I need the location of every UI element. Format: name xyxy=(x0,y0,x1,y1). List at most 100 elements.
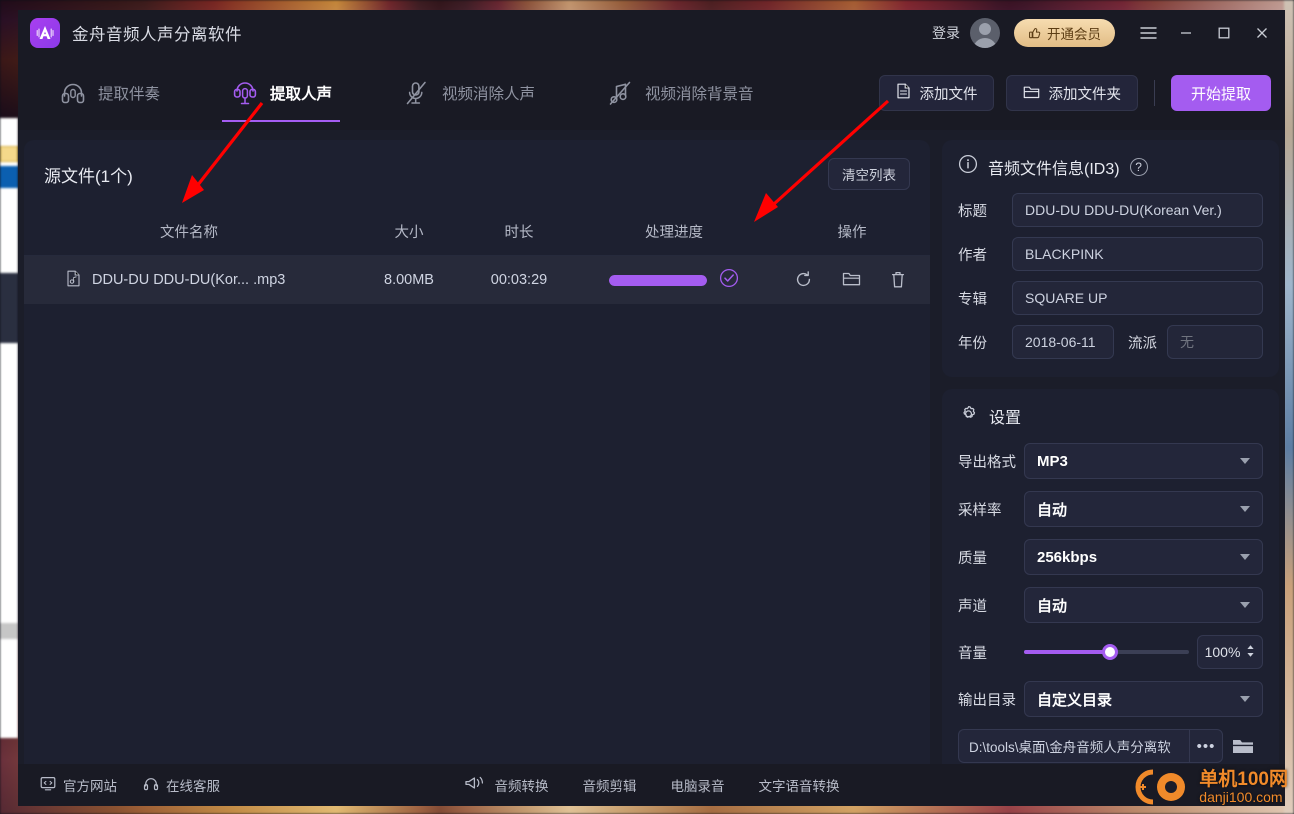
completed-check-icon xyxy=(719,268,739,292)
export-format-row: 导出格式 MP3 xyxy=(958,443,1263,479)
output-path-row: D:\tools\桌面\金舟音频人声分离软 ••• xyxy=(958,729,1263,763)
id3-card-header: 音频文件信息(ID3) ? xyxy=(958,154,1263,179)
quality-row: 质量 256kbps xyxy=(958,539,1263,575)
tab-extract-vocals[interactable]: 提取人声 xyxy=(216,56,346,130)
file-icon xyxy=(896,83,911,103)
stepper-arrows-icon xyxy=(1246,644,1255,661)
source-file-title: 源文件(1个) xyxy=(44,166,133,186)
volume-slider-fill xyxy=(1024,650,1110,654)
right-panel: 音频文件信息(ID3) ? 标题 DDU-DU DDU-DU(Korean Ve… xyxy=(942,140,1279,781)
tab-video-remove-background[interactable]: 视频消除背景音 xyxy=(591,56,768,130)
microphone-muted-icon xyxy=(402,78,432,108)
help-icon[interactable]: ? xyxy=(1129,157,1148,176)
id3-artist-input[interactable]: BLACKPINK xyxy=(1012,237,1263,271)
refresh-icon[interactable] xyxy=(794,270,814,290)
file-panel-header: 源文件(1个) 清空列表 xyxy=(24,140,930,208)
background-right-strip xyxy=(1284,0,1294,814)
export-format-label: 导出格式 xyxy=(958,454,1016,471)
hamburger-menu-icon[interactable] xyxy=(1131,16,1165,50)
open-vip-label: 开通会员 xyxy=(1047,27,1101,42)
quality-label: 质量 xyxy=(958,550,987,567)
clear-list-button[interactable]: 清空列表 xyxy=(828,158,910,190)
main-body: 源文件(1个) 清空列表 文件名称 大小 时长 处理进度 操作 DDU-DU D… xyxy=(18,130,1285,781)
channel-select[interactable]: 自动 xyxy=(1024,587,1263,623)
output-dir-label: 输出目录 xyxy=(958,692,1016,709)
close-icon[interactable] xyxy=(1245,16,1279,50)
status-bar: 官方网站 在线客服 音频转换 音频剪辑 电脑录音 文字语音转换 xyxy=(18,764,1285,806)
export-format-select[interactable]: MP3 xyxy=(1024,443,1263,479)
login-button[interactable]: 登录 xyxy=(932,23,960,43)
avatar[interactable] xyxy=(970,18,1000,48)
add-folder-button[interactable]: 添加文件夹 xyxy=(1006,75,1138,111)
tab-video-remove-vocals-label: 视频消除人声 xyxy=(442,86,536,103)
id3-card-title: 音频文件信息(ID3) xyxy=(988,160,1120,178)
quality-select[interactable]: 256kbps xyxy=(1024,539,1263,575)
id3-album-row: 专辑 SQUARE UP xyxy=(958,281,1263,315)
open-vip-button[interactable]: 开通会员 xyxy=(1014,19,1115,47)
id3-info-card: 音频文件信息(ID3) ? 标题 DDU-DU DDU-DU(Korean Ve… xyxy=(942,140,1279,377)
background-panel xyxy=(0,273,18,343)
add-file-button[interactable]: 添加文件 xyxy=(879,75,995,111)
tab-video-remove-vocals[interactable]: 视频消除人声 xyxy=(388,56,549,130)
app-title: 金舟音频人声分离软件 xyxy=(72,26,242,44)
folder-open-icon[interactable] xyxy=(1223,736,1263,756)
official-website-label: 官方网站 xyxy=(63,779,117,794)
volume-slider-track[interactable] xyxy=(1024,644,1189,660)
info-icon xyxy=(958,154,978,179)
trash-icon[interactable] xyxy=(890,270,910,290)
tab-extract-vocals-label: 提取人声 xyxy=(270,86,333,103)
id3-title-label: 标题 xyxy=(958,203,987,220)
status-link-pc-record[interactable]: 电脑录音 xyxy=(671,775,725,795)
column-header-size: 大小 xyxy=(394,225,424,241)
start-extract-button[interactable]: 开始提取 xyxy=(1170,75,1271,111)
id3-year-input[interactable]: 2018-06-11 xyxy=(1012,325,1114,359)
gear-icon xyxy=(958,403,979,429)
output-dir-value: 自定义目录 xyxy=(1037,691,1113,709)
browse-path-button[interactable]: ••• xyxy=(1189,729,1223,763)
tab-active-underline xyxy=(222,120,341,122)
chevron-down-icon xyxy=(1240,554,1250,560)
audio-file-icon xyxy=(66,270,81,291)
volume-slider[interactable] xyxy=(1024,644,1197,660)
status-link-audio-convert[interactable]: 音频转换 xyxy=(495,775,549,795)
minimize-icon[interactable] xyxy=(1169,16,1203,50)
folder-icon xyxy=(1023,84,1040,103)
file-table-header: 文件名称 大小 时长 处理进度 操作 xyxy=(24,208,930,256)
toolbar: 提取伴奏 提取人声 视频消除人声 视频消除背景音 添加文件 添加文件夹 开始提取 xyxy=(18,56,1285,130)
id3-title-input[interactable]: DDU-DU DDU-DU(Korean Ver.) xyxy=(1012,193,1263,227)
volume-value: 100% xyxy=(1204,644,1241,660)
file-progress-cell xyxy=(574,268,774,292)
background-grey-band xyxy=(0,623,18,639)
column-header-progress: 处理进度 xyxy=(645,225,703,241)
settings-card-header: 设置 xyxy=(958,403,1263,429)
tab-extract-accompaniment-label: 提取伴奏 xyxy=(98,86,161,103)
chevron-down-icon xyxy=(1240,458,1250,464)
volume-slider-knob[interactable] xyxy=(1101,644,1118,660)
channel-row: 声道 自动 xyxy=(958,587,1263,623)
output-path-input[interactable]: D:\tools\桌面\金舟音频人声分离软 xyxy=(958,729,1189,763)
music-note-muted-icon xyxy=(605,78,635,108)
id3-artist-row: 作者 BLACKPINK xyxy=(958,237,1263,271)
folder-icon[interactable] xyxy=(842,270,862,290)
id3-genre-input[interactable]: 无 xyxy=(1167,325,1263,359)
output-dir-select[interactable]: 自定义目录 xyxy=(1024,681,1263,717)
table-row[interactable]: DDU-DU DDU-DU(Kor... .mp3 8.00MB 00:03:2… xyxy=(24,256,930,304)
status-link-audio-edit[interactable]: 音频剪辑 xyxy=(583,775,637,795)
status-bar-center: 音频转换 音频剪辑 电脑录音 文字语音转换 xyxy=(464,775,840,795)
status-link-text-to-speech[interactable]: 文字语音转换 xyxy=(759,775,840,795)
maximize-icon[interactable] xyxy=(1207,16,1241,50)
tab-extract-accompaniment[interactable]: 提取伴奏 xyxy=(44,56,174,130)
sample-rate-select[interactable]: 自动 xyxy=(1024,491,1263,527)
online-support-label: 在线客服 xyxy=(166,779,220,794)
chevron-down-icon xyxy=(1240,696,1250,702)
volume-stepper[interactable]: 100% xyxy=(1197,635,1263,669)
channel-label: 声道 xyxy=(958,598,987,615)
thumbs-up-icon xyxy=(1028,25,1042,42)
export-format-value: MP3 xyxy=(1037,452,1068,470)
id3-album-input[interactable]: SQUARE UP xyxy=(1012,281,1263,315)
official-website-button[interactable]: 官方网站 xyxy=(40,775,117,795)
id3-year-label: 年份 xyxy=(958,335,987,352)
background-blue-band xyxy=(0,166,18,188)
id3-year-genre-row: 年份 2018-06-11 流派 无 xyxy=(958,325,1263,359)
online-support-button[interactable]: 在线客服 xyxy=(143,775,220,795)
